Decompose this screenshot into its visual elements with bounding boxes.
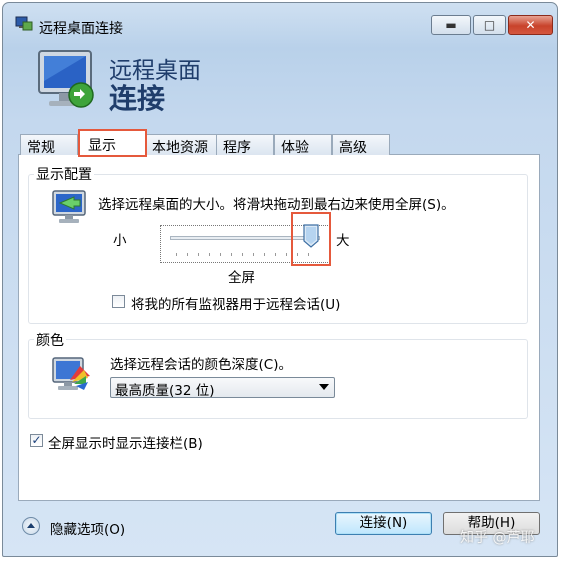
- tab-advanced[interactable]: 高级: [332, 134, 390, 156]
- slider-small-label: 小: [113, 233, 127, 249]
- tab-experience[interactable]: 体验: [274, 134, 332, 156]
- show-connection-bar-checkbox[interactable]: ✓: [30, 434, 43, 447]
- slider-highlight-annotation: [291, 212, 331, 266]
- display-settings-icon: [52, 190, 86, 223]
- connect-button[interactable]: 连接(N): [335, 512, 432, 535]
- banner-header: 远程桌面 连接: [23, 37, 543, 123]
- watermark: 知乎 @芦耶: [460, 530, 535, 546]
- remote-desktop-monitor-icon: [38, 50, 94, 108]
- minimize-button[interactable]: ▬: [431, 15, 471, 35]
- display-size-description: 选择远程桌面的大小。将滑块拖动到最右边来使用全屏(S)。: [98, 197, 455, 213]
- chevron-down-icon: [319, 384, 329, 390]
- show-connection-bar-label[interactable]: 全屏显示时显示连接栏(B): [48, 432, 203, 452]
- color-depth-icon: [52, 357, 90, 390]
- all-monitors-label[interactable]: 将我的所有监视器用于远程会话(U): [131, 293, 340, 313]
- hide-options-label[interactable]: 隐藏选项(O): [50, 518, 125, 538]
- title-bar[interactable]: 远程桌面连接 ▬ □ ✕: [3, 3, 557, 37]
- hide-options-toggle-icon[interactable]: [22, 517, 40, 535]
- tab-local-resources[interactable]: 本地资源: [145, 134, 217, 156]
- tab-general[interactable]: 常规: [20, 134, 78, 156]
- slider-large-label: 大: [336, 233, 350, 249]
- color-group-label: 颜色: [34, 330, 66, 350]
- display-config-label: 显示配置: [34, 164, 94, 184]
- color-depth-selected-value: 最高质量(32 位): [115, 383, 215, 399]
- maximize-button[interactable]: □: [473, 15, 506, 35]
- all-monitors-checkbox[interactable]: [112, 295, 125, 308]
- color-depth-select[interactable]: 最高质量(32 位): [110, 377, 335, 399]
- remote-desktop-app-icon: [15, 16, 33, 31]
- close-button[interactable]: ✕: [508, 15, 553, 35]
- tab-programs[interactable]: 程序: [216, 134, 274, 156]
- header-title-line2: 连接: [109, 82, 166, 115]
- tab-display[interactable]: 显示: [78, 129, 147, 157]
- slider-value-label: 全屏: [228, 270, 255, 286]
- window-title: 远程桌面连接: [39, 21, 123, 37]
- color-depth-description: 选择远程会话的颜色深度(C)。: [110, 357, 292, 373]
